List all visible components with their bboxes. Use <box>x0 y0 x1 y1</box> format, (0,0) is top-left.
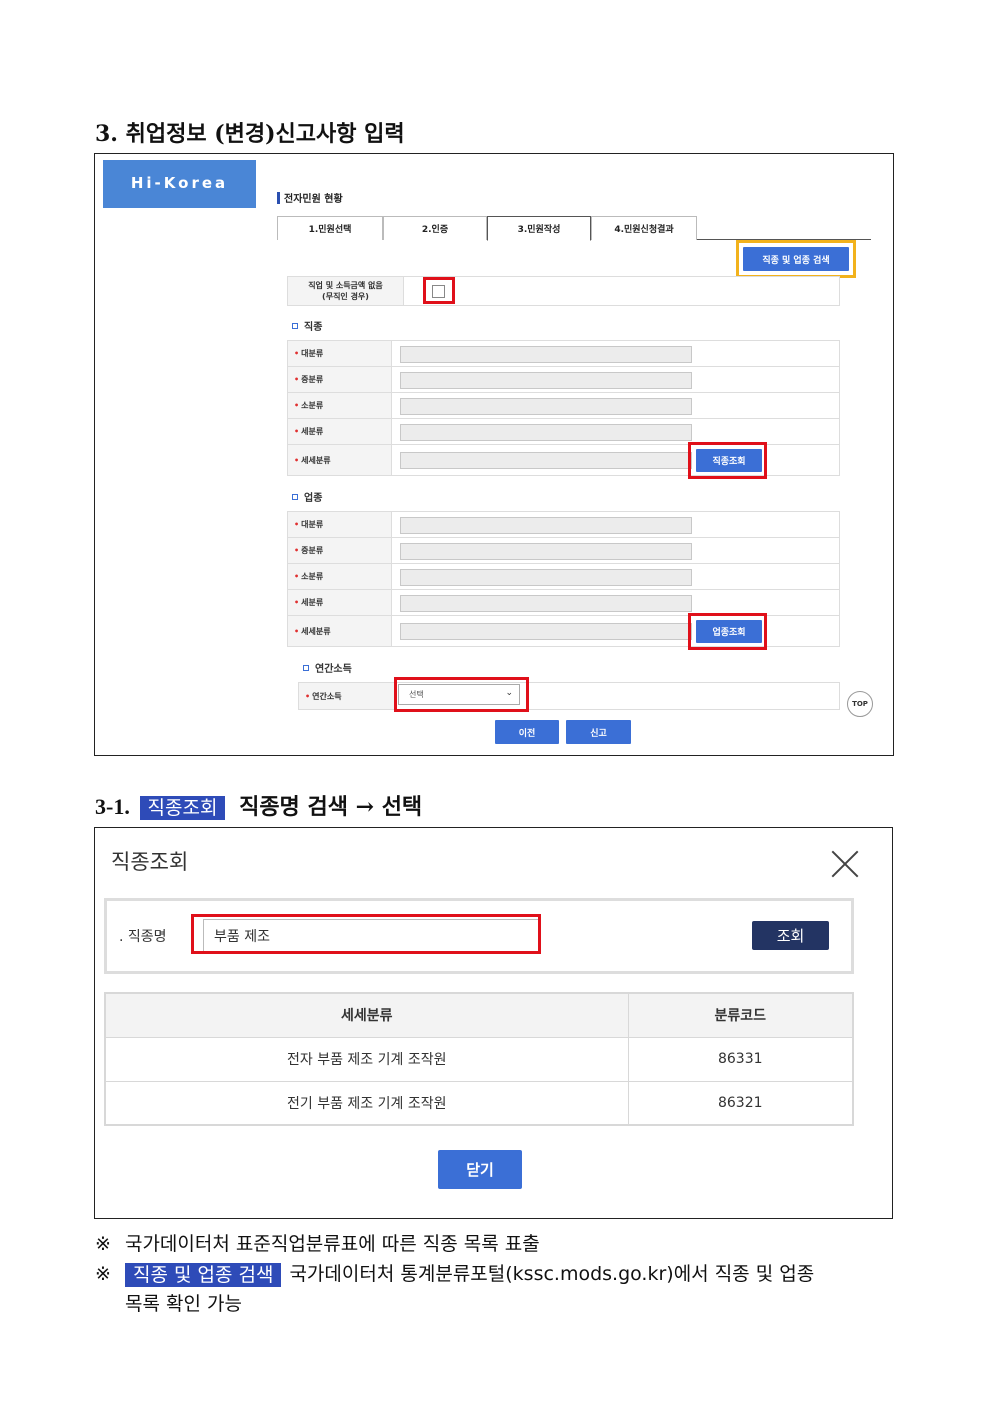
note-1: ※ 국가데이터처 표준직업분류표에 따른 직종 목록 표출 <box>95 1229 540 1256</box>
column-header-code: 분류코드 <box>627 992 854 1038</box>
highlight-industry-lookup <box>688 613 767 650</box>
no-job-label-line1: 직업 및 소득금액 없음 <box>308 281 383 290</box>
highlight-search-button <box>736 240 856 278</box>
cell-code[interactable]: 86331 <box>627 1036 854 1082</box>
cell-name[interactable]: 전기 부품 제조 기계 조작원 <box>104 1080 629 1126</box>
occupation-row-middle: • 중분류 <box>287 366 840 393</box>
close-button[interactable]: 닫기 <box>438 1150 522 1189</box>
income-heading: 연간소득 <box>303 660 352 675</box>
no-job-label-line2: (무직인 경우) <box>322 292 369 301</box>
tab-select[interactable]: 1.민원선택 <box>277 216 383 240</box>
industry-row-minor: • 소분류 <box>287 563 840 590</box>
industry-input-minor[interactable] <box>400 569 692 586</box>
table-row[interactable]: 전자 부품 제조 기계 조작원 86331 <box>104 1036 854 1082</box>
close-icon[interactable] <box>831 850 859 878</box>
scroll-top-button[interactable]: TOP <box>847 691 873 717</box>
occupation-row-detail: • 세분류 <box>287 418 840 445</box>
header-bar-icon <box>277 191 280 204</box>
industry-input-detail[interactable] <box>400 595 692 612</box>
highlight-income-select <box>394 677 529 712</box>
table-header-row: 세세분류 분류코드 <box>104 992 854 1038</box>
cell-code[interactable]: 86321 <box>627 1080 854 1126</box>
occupation-lookup-chip: 직종조회 <box>139 796 226 820</box>
income-heading-label: 연간소득 <box>315 664 352 675</box>
tab-result[interactable]: 4.민원신청결과 <box>591 216 697 240</box>
industry-label-major: • 대분류 <box>288 512 392 537</box>
industry-input-subdetail[interactable] <box>400 623 692 640</box>
page-header: 전자민원 현황 <box>277 190 343 205</box>
income-row: • 연간소득 <box>298 682 840 710</box>
industry-heading-label: 업종 <box>304 493 323 504</box>
occupation-label-middle: • 중분류 <box>288 367 392 392</box>
section-3-1-title: 3-1. 직종조회 직종명 검색 → 선택 <box>95 789 422 821</box>
screenshot-occupation-dialog: 직종조회 . 직종명 부품 제조 조회 세세분류 분류코드 전자 부품 제조 기… <box>94 827 893 1219</box>
step-tabs: 1.민원선택 2.인증 3.민원작성 4.민원신청결과 <box>277 216 871 241</box>
tab-write[interactable]: 3.민원작성 <box>487 216 591 241</box>
note-mark: ※ <box>95 1263 111 1285</box>
industry-label-minor: • 소분류 <box>288 564 392 589</box>
square-bullet-icon <box>303 664 309 671</box>
occupation-row-minor: • 소분류 <box>287 392 840 419</box>
occupation-input-major[interactable] <box>400 346 692 363</box>
job-industry-search-chip: 직종 및 업종 검색 <box>124 1262 282 1287</box>
screenshot-application-form: Hi-Korea 전자민원 현황 1.민원선택 2.인증 3.민원작성 4.민원… <box>94 153 894 756</box>
occupation-input-minor[interactable] <box>400 398 692 415</box>
no-job-row: 직업 및 소득금액 없음 (무직인 경우) <box>287 276 840 306</box>
result-table: 세세분류 분류코드 전자 부품 제조 기계 조작원 86331 전기 부품 제조… <box>104 992 854 1126</box>
square-bullet-icon <box>292 322 298 329</box>
hi-korea-logo: Hi-Korea <box>103 160 256 208</box>
submit-button[interactable]: 신고 <box>566 720 631 744</box>
occupation-input-middle[interactable] <box>400 372 692 389</box>
dialog-title: 직종조회 <box>111 850 189 874</box>
highlight-search-input <box>191 914 541 954</box>
income-label: • 연간소득 <box>299 683 395 709</box>
industry-heading: 업종 <box>292 489 322 504</box>
occupation-heading-label: 직종 <box>304 322 323 333</box>
industry-label-detail: • 세분류 <box>288 590 392 615</box>
tab-auth[interactable]: 2.인증 <box>383 216 487 240</box>
industry-label-middle: • 중분류 <box>288 538 392 563</box>
table-row[interactable]: 전기 부품 제조 기계 조작원 86321 <box>104 1080 854 1126</box>
industry-label-subdetail: • 세세분류 <box>288 616 392 646</box>
highlight-checkbox <box>423 277 455 304</box>
occupation-label-major: • 대분류 <box>288 341 392 366</box>
highlight-occupation-lookup <box>688 442 767 479</box>
industry-row-detail: • 세분류 <box>287 589 840 616</box>
note-1-text: 국가데이터처 표준직업분류표에 따른 직종 목록 표출 <box>124 1233 540 1255</box>
cell-name[interactable]: 전자 부품 제조 기계 조작원 <box>104 1036 629 1082</box>
section-3-1-number: 3-1. <box>95 794 130 819</box>
no-job-label: 직업 및 소득금액 없음 (무직인 경우) <box>288 277 404 305</box>
occupation-heading: 직종 <box>292 318 322 333</box>
occupation-label-subdetail: • 세세분류 <box>288 445 392 475</box>
occupation-input-subdetail[interactable] <box>400 452 692 469</box>
note-2-text: 국가데이터처 통계분류포털(kssc.mods.go.kr)에서 직종 및 업종 <box>289 1263 815 1285</box>
column-header-subdetail: 세세분류 <box>104 992 629 1038</box>
square-bullet-icon <box>292 493 298 500</box>
section-3-1-title-text: 직종명 검색 → 선택 <box>231 794 423 820</box>
occupation-input-detail[interactable] <box>400 424 692 441</box>
search-button[interactable]: 조회 <box>752 921 829 950</box>
occupation-row-major: • 대분류 <box>287 340 840 367</box>
industry-row-middle: • 중분류 <box>287 537 840 564</box>
search-panel: . 직종명 부품 제조 조회 <box>104 898 854 974</box>
industry-input-middle[interactable] <box>400 543 692 560</box>
note-2-continued: 목록 확인 가능 <box>125 1293 242 1315</box>
industry-input-major[interactable] <box>400 517 692 534</box>
note-mark: ※ <box>95 1233 111 1255</box>
occupation-label-detail: • 세분류 <box>288 419 392 444</box>
note-2: ※ 직종 및 업종 검색 국가데이터처 통계분류포털(kssc.mods.go.k… <box>95 1259 814 1287</box>
occupation-label-minor: • 소분류 <box>288 393 392 418</box>
industry-row-major: • 대분류 <box>287 511 840 538</box>
section-3-title: 3. 취업정보 (변경)신고사항 입력 <box>95 121 405 147</box>
search-label: . 직종명 <box>119 929 167 945</box>
page-header-label: 전자민원 현황 <box>284 194 343 205</box>
prev-button[interactable]: 이전 <box>495 720 559 744</box>
